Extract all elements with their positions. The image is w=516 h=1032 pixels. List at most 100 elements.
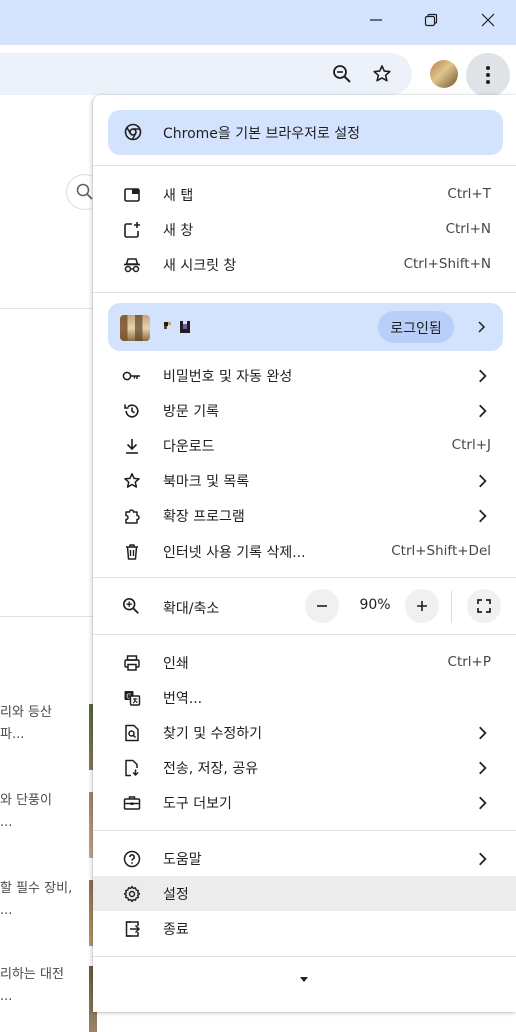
chevron-right-icon [479, 796, 487, 810]
kebab-menu-icon [486, 66, 490, 84]
downloads-label: 다운로드 [163, 439, 215, 455]
toolbox-icon [122, 793, 142, 813]
profile-avatar[interactable] [430, 60, 458, 88]
bookmark-star-button[interactable] [367, 59, 397, 89]
menu-item-zoom: 확대/축소 90% [93, 587, 516, 627]
star-icon [122, 471, 142, 491]
zoom-label: 확대/축소 [163, 601, 220, 617]
incognito-shortcut: Ctrl+Shift+N [403, 256, 491, 272]
zoom-out-button[interactable] [305, 589, 339, 623]
menu-separator [93, 634, 516, 635]
print-icon [122, 653, 142, 673]
restore-button[interactable] [403, 0, 459, 40]
minimize-button[interactable] [348, 0, 404, 40]
menu-item-new-tab[interactable]: 새 탭 Ctrl+T [93, 177, 516, 212]
find-edit-label: 찾기 및 수정하기 [163, 726, 263, 742]
history-label: 방문 기록 [163, 404, 219, 420]
extensions-label: 확장 프로그램 [163, 509, 245, 525]
chevron-right-icon [479, 474, 487, 488]
cast-save-share-label: 전송, 저장, 공유 [163, 761, 259, 777]
more-tools-label: 도구 더보기 [163, 796, 232, 812]
download-icon [122, 436, 142, 456]
set-default-browser-label: Chrome을 기본 브라우저로 설정 [163, 126, 361, 142]
passwords-label: 비밀번호 및 자동 완성 [163, 369, 293, 385]
menu-item-settings[interactable]: 설정 [93, 876, 516, 911]
new-tab-label: 새 탭 [163, 188, 194, 204]
plus-icon [417, 601, 427, 611]
menu-item-bookmarks[interactable]: 북마크 및 목록 [93, 463, 516, 498]
article-snippet[interactable]: 할 필수 장비,... [0, 878, 72, 922]
gear-icon [122, 884, 142, 904]
chrome-menu-button[interactable] [466, 53, 510, 97]
star-icon [373, 65, 391, 82]
zoom-level: 90% [359, 597, 391, 613]
new-window-icon [122, 220, 142, 240]
menu-item-help[interactable]: 도움말 [93, 841, 516, 876]
new-window-label: 새 창 [163, 223, 194, 239]
downloads-shortcut: Ctrl+J [451, 437, 491, 453]
translate-label: 번역... [163, 691, 203, 707]
menu-item-print[interactable]: 인쇄 Ctrl+P [93, 645, 516, 680]
chevron-right-icon [478, 321, 486, 333]
chevron-right-icon [479, 509, 487, 523]
chevron-right-icon [479, 761, 487, 775]
new-tab-shortcut: Ctrl+T [447, 186, 491, 202]
page-divider [0, 616, 96, 617]
signed-in-label: 로그인됨 [390, 321, 442, 337]
article-snippet[interactable]: 리하는 대전... [0, 964, 64, 1008]
chevron-right-icon [479, 404, 487, 418]
fullscreen-icon [477, 599, 491, 613]
article-snippet[interactable]: 리와 등산 파... [0, 702, 52, 746]
puzzle-icon [122, 506, 142, 526]
new-window-shortcut: Ctrl+N [445, 221, 491, 237]
settings-label: 설정 [163, 887, 189, 903]
menu-item-extensions[interactable]: 확장 프로그램 [93, 498, 516, 533]
article-snippet[interactable]: 와 단풍이... [0, 790, 52, 834]
chevron-right-icon [479, 726, 487, 740]
menu-item-translate[interactable]: G 번역... [93, 680, 516, 715]
chevron-right-icon [479, 852, 487, 866]
translate-icon: G [122, 688, 142, 708]
new-tab-icon [122, 185, 142, 205]
menu-item-history[interactable]: 방문 기록 [93, 393, 516, 428]
chevron-down-icon[interactable] [299, 977, 309, 983]
set-default-browser-button[interactable]: Chrome을 기본 브라우저로 설정 [108, 110, 503, 155]
restore-icon [424, 13, 438, 27]
close-button[interactable] [460, 0, 516, 40]
zoom-icon [122, 597, 140, 619]
chrome-logo-icon [124, 123, 142, 141]
menu-item-clear-browsing-data[interactable]: 인터넷 사용 기록 삭제... Ctrl+Shift+Del [93, 534, 516, 569]
exit-label: 종료 [163, 922, 189, 938]
menu-item-downloads[interactable]: 다운로드 Ctrl+J [93, 428, 516, 463]
help-icon [122, 849, 142, 869]
print-label: 인쇄 [163, 656, 189, 672]
menu-item-more-tools[interactable]: 도구 더보기 [93, 785, 516, 820]
zoom-indicator-button[interactable] [327, 59, 357, 89]
menu-item-cast-save-share[interactable]: 전송, 저장, 공유 [93, 750, 516, 785]
history-icon [122, 401, 142, 421]
help-label: 도움말 [163, 852, 202, 868]
profile-name-redacted [164, 321, 190, 333]
menu-item-find-and-edit[interactable]: 찾기 및 수정하기 [93, 715, 516, 750]
menu-item-new-window[interactable]: 새 창 Ctrl+N [93, 212, 516, 247]
exit-icon [122, 919, 142, 939]
minimize-icon [370, 19, 382, 21]
trash-icon [122, 542, 142, 562]
search-icon [76, 183, 93, 200]
menu-separator [93, 292, 516, 293]
minus-icon [317, 605, 327, 607]
menu-separator [93, 165, 516, 166]
find-icon [122, 723, 142, 743]
clear-data-shortcut: Ctrl+Shift+Del [391, 543, 491, 559]
zoom-in-button[interactable] [405, 589, 439, 623]
chevron-right-icon [479, 369, 487, 383]
page-divider [0, 308, 96, 309]
fullscreen-button[interactable] [467, 589, 501, 623]
menu-item-exit[interactable]: 종료 [93, 911, 516, 946]
menu-item-incognito[interactable]: 새 시크릿 창 Ctrl+Shift+N [93, 247, 516, 282]
menu-item-profile[interactable]: 로그인됨 [108, 303, 503, 351]
menu-item-passwords[interactable]: 비밀번호 및 자동 완성 [93, 358, 516, 393]
title-bar [0, 0, 516, 45]
menu-separator [93, 830, 516, 831]
save-share-icon [122, 758, 142, 778]
